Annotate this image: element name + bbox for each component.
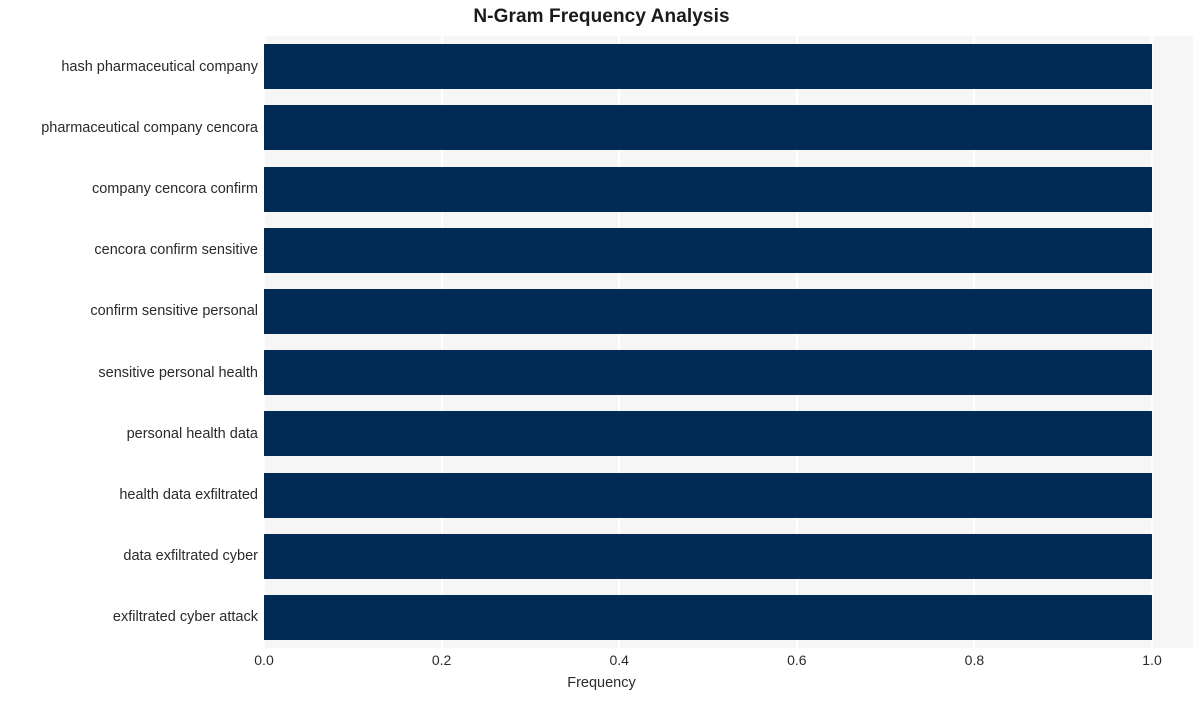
x-tick-label: 0.0 — [254, 652, 274, 668]
x-tick-label: 0.4 — [609, 652, 629, 668]
bar — [264, 44, 1152, 90]
plot-area — [264, 36, 1193, 648]
bar — [264, 227, 1152, 273]
x-tick-label: 0.6 — [787, 652, 807, 668]
bar — [264, 472, 1152, 518]
y-axis-tick-labels: hash pharmaceutical company pharmaceutica… — [0, 36, 258, 648]
x-axis-label: Frequency — [567, 675, 636, 691]
bar — [264, 105, 1152, 151]
bar — [264, 411, 1152, 457]
y-tick-label: data exfiltrated cyber — [123, 548, 258, 565]
y-tick-label: sensitive personal health — [98, 364, 258, 381]
y-tick-label: personal health data — [126, 425, 258, 442]
y-tick-label: pharmaceutical company cencora — [41, 119, 258, 136]
y-tick-label: confirm sensitive personal — [90, 303, 258, 320]
chart-figure: N-Gram Frequency Analysis hash pharmaceu… — [0, 0, 1203, 701]
y-tick-label: company cencora confirm — [91, 181, 258, 197]
x-axis-tick-labels: 0.0 0.2 0.4 0.6 0.8 1.0 — [0, 652, 1203, 674]
x-tick-label: 0.8 — [964, 652, 985, 668]
bar — [264, 166, 1152, 212]
y-tick-label: exfiltrated cyber attack — [112, 609, 258, 626]
bar — [264, 288, 1152, 334]
y-tick-label: health data exfiltrated — [119, 487, 258, 503]
bar — [264, 594, 1152, 640]
bar — [264, 533, 1152, 579]
y-tick-label: cencora confirm sensitive — [94, 242, 258, 259]
x-tick-label: 0.2 — [431, 652, 452, 668]
bar — [264, 350, 1152, 396]
y-tick-label: hash pharmaceutical company — [61, 58, 258, 75]
chart-title: N-Gram Frequency Analysis — [473, 6, 730, 27]
bar-series — [264, 36, 1193, 648]
x-tick-label: 1.0 — [1142, 652, 1162, 668]
